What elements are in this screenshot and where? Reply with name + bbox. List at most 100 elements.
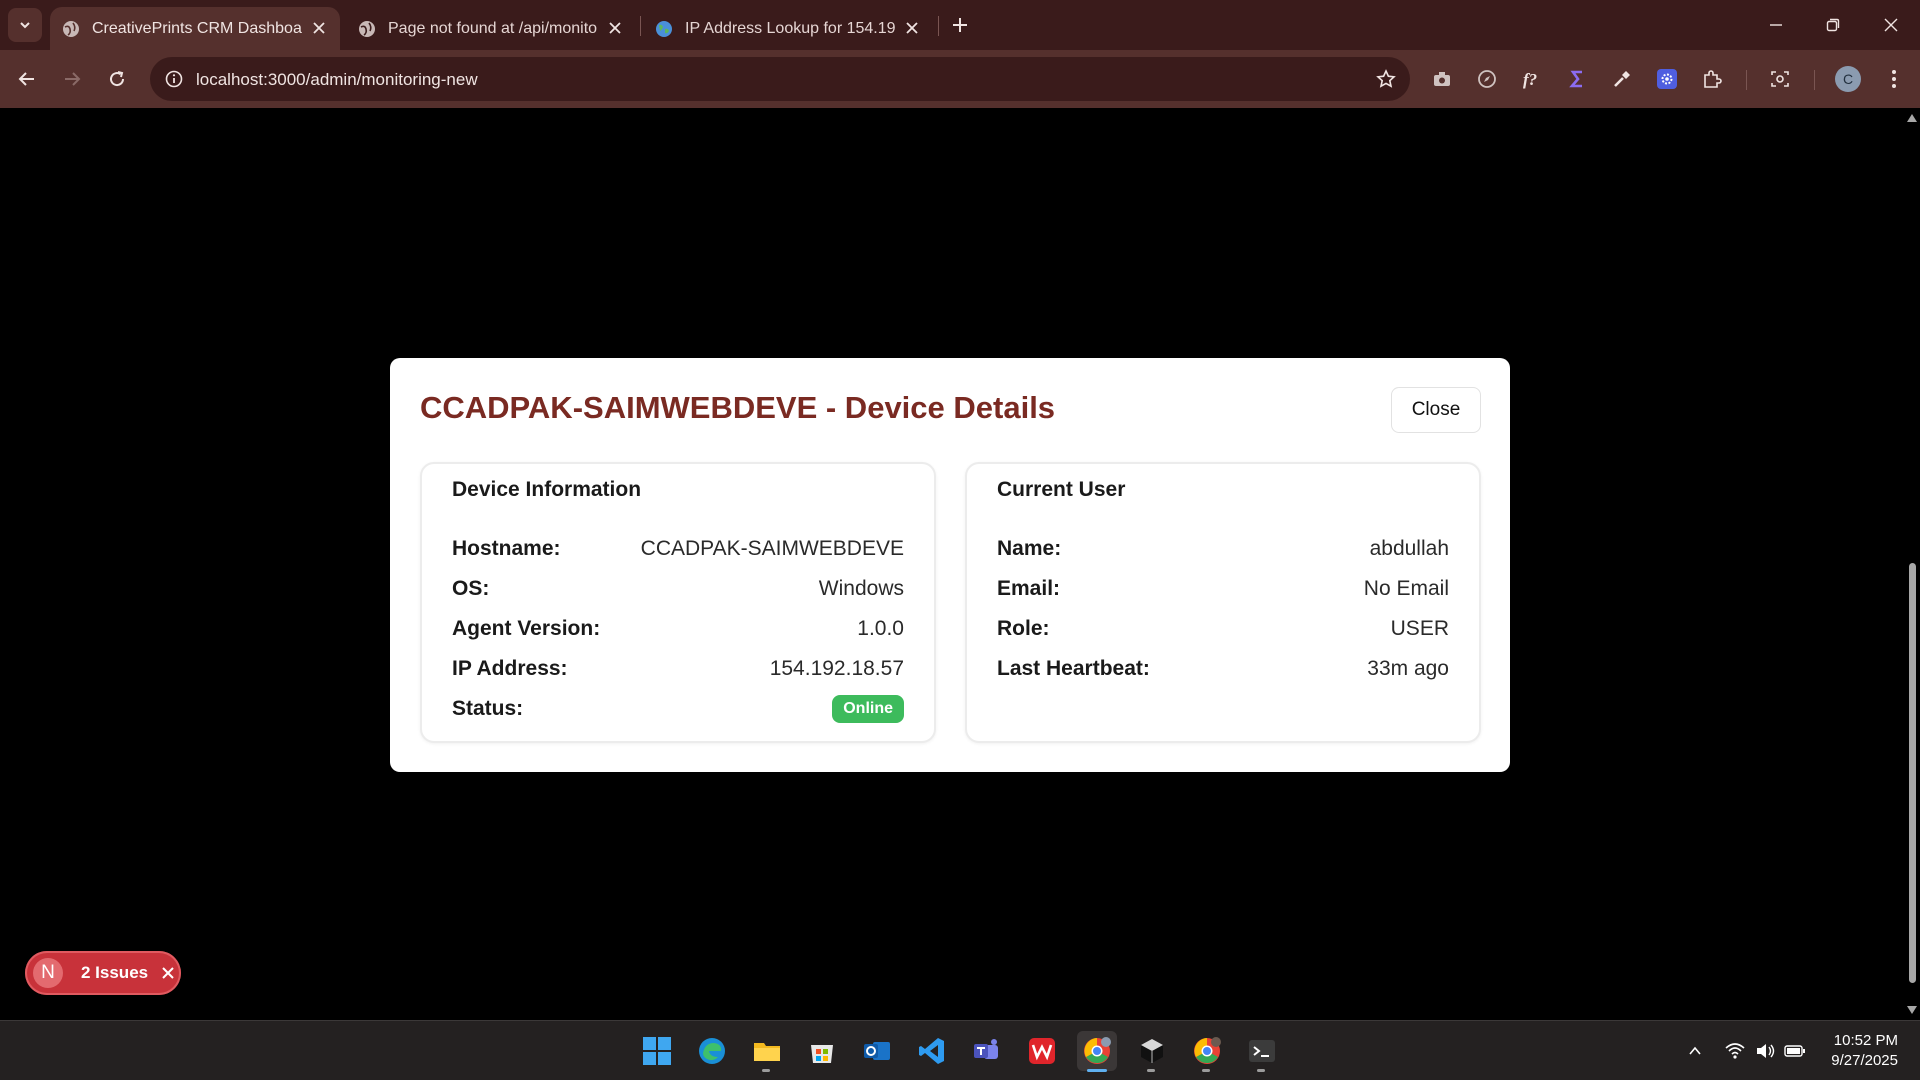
- earth-icon: [655, 20, 673, 38]
- dismiss-issues-icon[interactable]: [160, 965, 176, 981]
- nextjs-issues-badge[interactable]: N 2 Issues: [25, 951, 181, 995]
- role-row: Role: USER: [997, 614, 1449, 644]
- scroll-down-arrow[interactable]: [1907, 1006, 1917, 1014]
- eyedropper-extension-icon[interactable]: [1608, 65, 1636, 93]
- globe-icon: [62, 20, 80, 38]
- edge-icon[interactable]: [692, 1031, 732, 1071]
- profile-avatar[interactable]: C: [1835, 66, 1861, 92]
- row-value: CCADPAK-SAIMWEBDEVE: [640, 537, 904, 560]
- close-tab-icon[interactable]: [310, 19, 328, 37]
- hostname-row: Hostname: CCADPAK-SAIMWEBDEVE: [452, 534, 904, 564]
- toolbar-separator: [1814, 70, 1815, 90]
- terminal-icon[interactable]: [1242, 1031, 1282, 1072]
- status-badge: Online: [832, 695, 904, 723]
- device-details-modal: CCADPAK-SAIMWEBDEVE - Device Details Clo…: [390, 358, 1510, 772]
- system-clock[interactable]: 10:52 PM 9/27/2025: [1818, 1031, 1898, 1071]
- last-heartbeat-row: Last Heartbeat: 33m ago: [997, 654, 1449, 684]
- vs-code-icon[interactable]: [912, 1031, 952, 1071]
- running-indicator: [762, 1069, 770, 1072]
- close-tab-icon[interactable]: [903, 19, 921, 37]
- row-label: IP Address:: [452, 657, 568, 680]
- close-window-button[interactable]: [1876, 10, 1906, 40]
- agent-version-row: Agent Version: 1.0.0: [452, 614, 904, 644]
- restore-button[interactable]: [1818, 10, 1848, 40]
- extensions-puzzle-icon[interactable]: [1698, 65, 1726, 93]
- tab-strip: CreativePrints CRM Dashboard Page not fo…: [0, 0, 1920, 50]
- chevron-down-icon: [20, 22, 30, 29]
- issues-count[interactable]: 2 Issues: [81, 963, 148, 983]
- font-extension-icon[interactable]: f?: [1518, 65, 1546, 93]
- wps-office-icon[interactable]: [1022, 1031, 1062, 1071]
- page-scrollbar[interactable]: [1904, 108, 1920, 1020]
- microsoft-store-icon[interactable]: [802, 1031, 842, 1071]
- outlook-icon[interactable]: [857, 1031, 897, 1071]
- card-title: Device Information: [452, 478, 642, 501]
- reload-icon: [110, 71, 125, 87]
- address-bar[interactable]: localhost:3000/admin/monitoring-new: [150, 57, 1410, 101]
- row-value: abdullah: [1369, 537, 1449, 560]
- new-tab-button[interactable]: [948, 13, 972, 37]
- close-tab-icon[interactable]: [606, 19, 624, 37]
- status-row: Status: Online: [452, 694, 904, 724]
- tab-search-button[interactable]: [8, 8, 42, 42]
- cursor-icon[interactable]: [1132, 1031, 1172, 1072]
- row-label: Email:: [997, 577, 1061, 600]
- show-hidden-icons-chevron-icon[interactable]: [1683, 1039, 1707, 1063]
- windows-start-icon[interactable]: [637, 1031, 677, 1071]
- row-label: OS:: [452, 577, 490, 600]
- gear-extension-icon[interactable]: [1653, 65, 1681, 93]
- clock-time: 10:52 PM: [1833, 1032, 1898, 1049]
- teams-icon[interactable]: [967, 1031, 1007, 1071]
- name-row: Name: abdullah: [997, 534, 1449, 564]
- tab-title: IP Address Lookup for 154.192.: [685, 19, 895, 37]
- plus-icon: [953, 18, 967, 32]
- row-label: Status:: [452, 697, 524, 720]
- kebab-menu-icon[interactable]: [1880, 65, 1908, 93]
- active-indicator: [1087, 1069, 1107, 1072]
- row-value: Windows: [818, 577, 904, 600]
- arrow-left-icon: [18, 72, 34, 86]
- scroll-up-arrow[interactable]: [1907, 114, 1917, 122]
- row-value: 33m ago: [1367, 657, 1449, 680]
- url-text: localhost:3000/admin/monitoring-new: [196, 70, 478, 89]
- row-value: USER: [1390, 617, 1449, 640]
- arrow-right-icon: [65, 72, 81, 86]
- back-button[interactable]: [10, 62, 44, 96]
- close-icon: [1884, 18, 1898, 32]
- compass-extension-icon[interactable]: [1473, 65, 1501, 93]
- running-indicator: [1257, 1069, 1265, 1072]
- bookmark-star-icon[interactable]: [1374, 67, 1398, 91]
- wifi-icon[interactable]: [1723, 1039, 1747, 1063]
- windows-taskbar: 10:52 PM 9/27/2025: [0, 1020, 1920, 1080]
- scroll-thumb[interactable]: [1909, 563, 1916, 983]
- ip-address-row: IP Address: 154.192.18.57: [452, 654, 904, 684]
- reload-button[interactable]: [100, 62, 134, 96]
- forward-button[interactable]: [55, 62, 89, 96]
- s-extension-icon[interactable]: [1563, 65, 1591, 93]
- close-button[interactable]: Close: [1391, 387, 1481, 433]
- tab-crm-dashboard[interactable]: CreativePrints CRM Dashboard: [50, 7, 340, 50]
- file-explorer-icon[interactable]: [747, 1031, 787, 1072]
- chrome-profile-c-icon[interactable]: [1077, 1031, 1117, 1072]
- tab-page-not-found[interactable]: Page not found at /api/monitor: [346, 7, 636, 50]
- email-row: Email: No Email: [997, 574, 1449, 604]
- volume-icon[interactable]: [1753, 1039, 1777, 1063]
- screenshot-icon[interactable]: [1766, 65, 1794, 93]
- restore-icon: [1826, 18, 1840, 32]
- tab-title: CreativePrints CRM Dashboard: [92, 19, 302, 37]
- tab-title: Page not found at /api/monitor: [388, 19, 598, 37]
- camera-extension-icon[interactable]: [1428, 65, 1456, 93]
- row-value: No Email: [1363, 577, 1449, 600]
- row-value: 154.192.18.57: [769, 657, 904, 680]
- running-indicator: [1202, 1069, 1210, 1072]
- browser-toolbar: localhost:3000/admin/monitoring-new f? C: [0, 50, 1920, 108]
- battery-icon[interactable]: [1783, 1039, 1807, 1063]
- tab-separator: [938, 16, 939, 36]
- nextjs-logo-icon: N: [33, 958, 63, 988]
- chrome-profile-a-icon[interactable]: [1187, 1031, 1227, 1072]
- tab-ip-lookup[interactable]: IP Address Lookup for 154.192.: [643, 7, 933, 50]
- site-info-icon[interactable]: [162, 67, 186, 91]
- running-indicator: [1147, 1069, 1155, 1072]
- globe-icon: [358, 20, 376, 38]
- minimize-button[interactable]: [1761, 10, 1791, 40]
